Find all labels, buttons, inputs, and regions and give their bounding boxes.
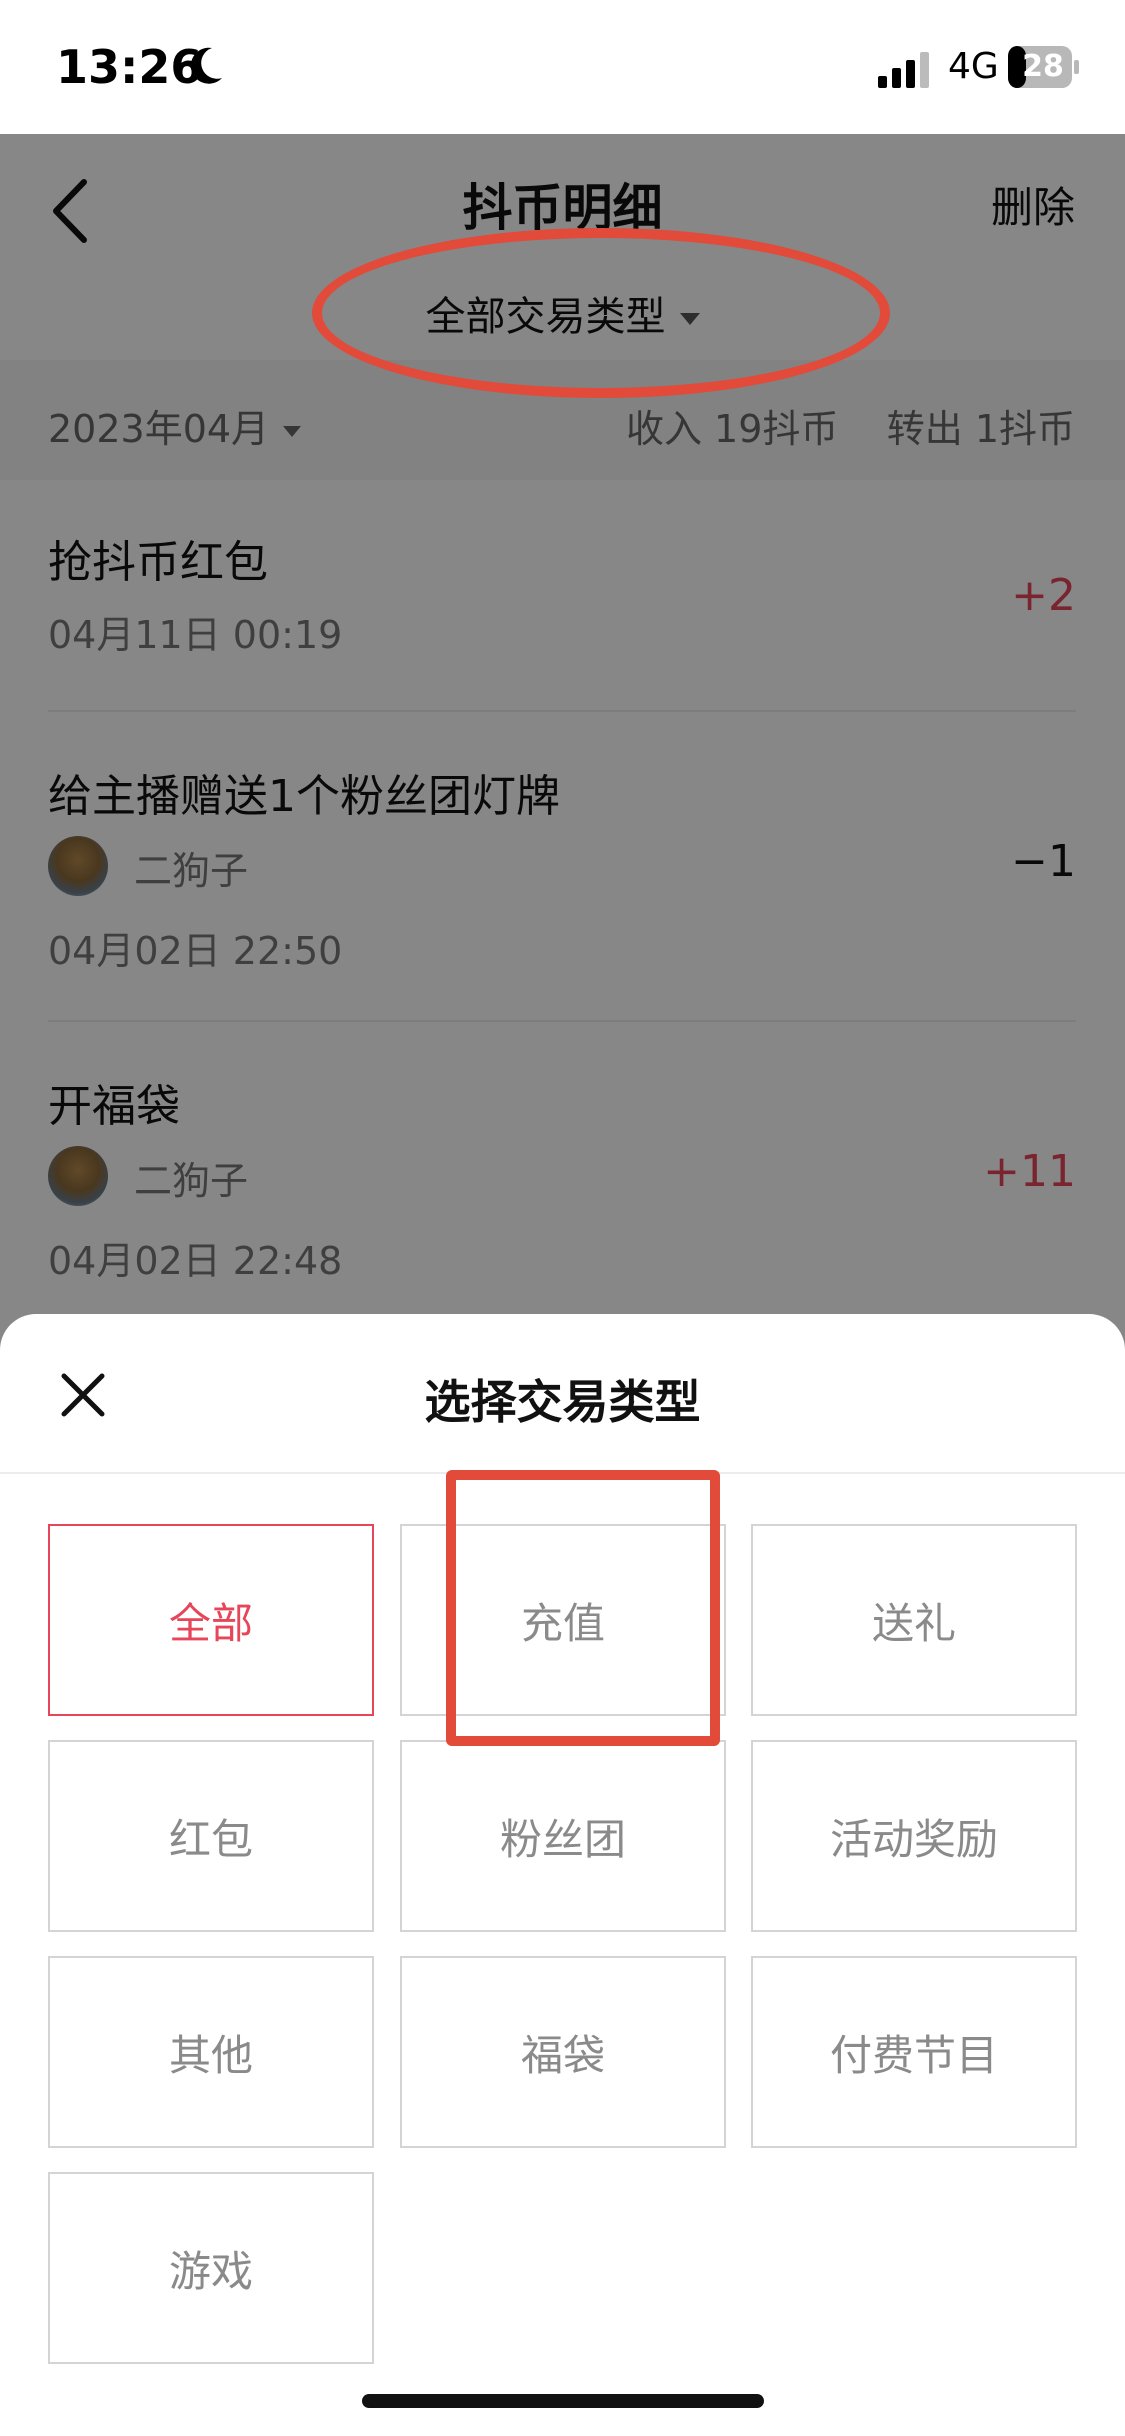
status-bar: 13:26 4G 28 — [0, 0, 1125, 134]
battery-level: 28 — [1022, 49, 1064, 84]
option-other[interactable]: 其他 — [48, 1956, 374, 2148]
option-activity-reward[interactable]: 活动奖励 — [751, 1740, 1077, 1932]
home-indicator[interactable] — [362, 2394, 764, 2408]
option-red-packet[interactable]: 红包 — [48, 1740, 374, 1932]
option-paid-program[interactable]: 付费节目 — [751, 1956, 1077, 2148]
option-all[interactable]: 全部 — [48, 1524, 374, 1716]
annotation-ellipse — [312, 228, 890, 398]
option-gift[interactable]: 送礼 — [751, 1524, 1077, 1716]
option-game[interactable]: 游戏 — [48, 2172, 374, 2364]
status-time: 13:26 — [56, 40, 203, 94]
option-lucky-bag[interactable]: 福袋 — [400, 1956, 726, 2148]
signal-icon — [878, 52, 929, 88]
network-label: 4G — [948, 46, 999, 87]
annotation-rectangle — [446, 1470, 720, 1746]
moon-icon — [190, 47, 222, 84]
option-fan-club[interactable]: 粉丝团 — [400, 1740, 726, 1932]
sheet-title: 选择交易类型 — [424, 1375, 701, 1429]
